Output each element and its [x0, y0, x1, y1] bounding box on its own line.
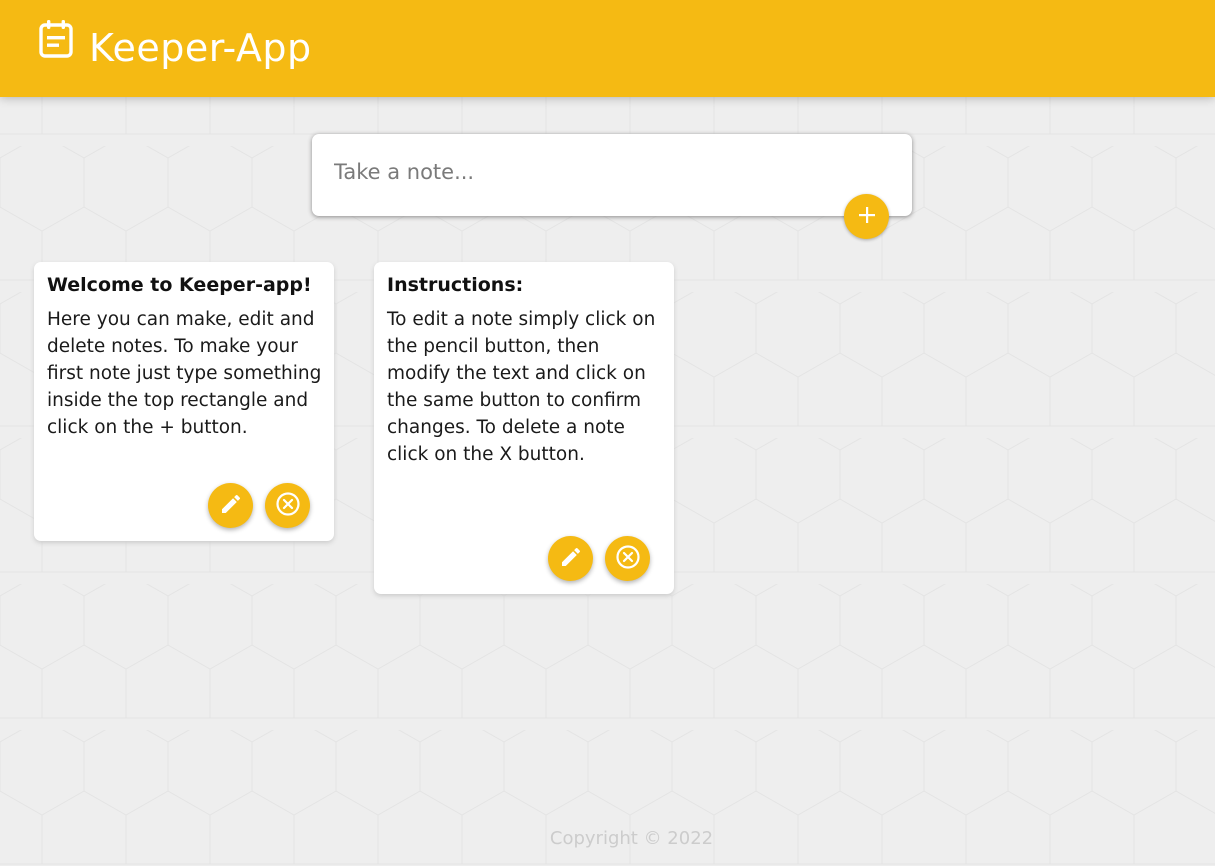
plus-icon — [857, 205, 877, 229]
pencil-icon — [219, 492, 243, 520]
note-title: Instructions: — [387, 274, 524, 296]
note-input[interactable] — [334, 158, 874, 186]
note-content: To edit a note simply click on the penci… — [387, 309, 656, 465]
delete-note-button[interactable] — [605, 536, 650, 581]
close-circle-icon — [615, 544, 641, 574]
edit-note-button[interactable] — [208, 483, 253, 528]
delete-note-button[interactable] — [265, 483, 310, 528]
pencil-icon — [559, 545, 583, 573]
note-title: Welcome to Keeper-app! — [47, 274, 312, 296]
note-card: Welcome to Keeper-app! Here you can make… — [34, 262, 334, 541]
app-header: Keeper-App — [0, 0, 1215, 97]
note-actions — [208, 483, 310, 528]
add-note-button[interactable] — [844, 194, 889, 239]
note-card: Instructions: To edit a note simply clic… — [374, 262, 674, 594]
close-circle-icon — [275, 491, 301, 521]
create-note-form — [312, 134, 912, 239]
note-icon — [38, 19, 74, 59]
copyright-text: Copyright © 2022 — [549, 828, 714, 849]
app-title: Keeper-App — [89, 26, 312, 70]
footer: Copyright © 2022 — [0, 827, 1215, 851]
edit-note-button[interactable] — [548, 536, 593, 581]
note-actions — [548, 536, 650, 581]
note-content: Here you can make, edit and delete notes… — [47, 309, 322, 438]
